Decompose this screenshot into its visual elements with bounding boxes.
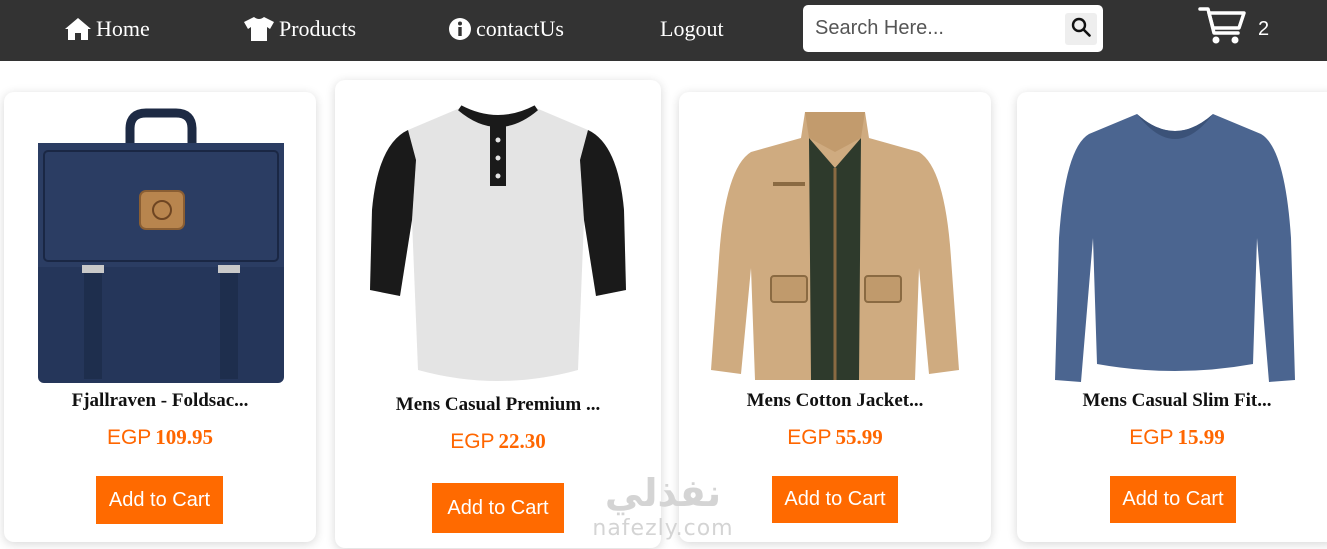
price-currency: EGP (787, 426, 832, 449)
product-card: Mens Cotton Jacket... EGP 55.99 Add to Ca… (679, 92, 991, 542)
product-card: Mens Casual Premium ... EGP 22.30 Add to … (335, 80, 661, 548)
search-icon (1071, 17, 1091, 42)
shirt-icon (243, 16, 275, 42)
product-title: Mens Casual Premium ... (395, 394, 601, 415)
nav-products-label: Products (279, 16, 356, 41)
nav-home-label: Home (96, 16, 150, 41)
product-title: Fjallraven - Foldsac... (71, 390, 249, 411)
search-box (803, 5, 1103, 52)
product-price: EGP 15.99 (1017, 425, 1327, 450)
nav-logout[interactable]: Logout (660, 0, 724, 58)
product-title: Mens Cotton Jacket... (746, 390, 924, 411)
cart-count: 2 (1258, 17, 1270, 40)
product-price: EGP 109.95 (4, 425, 316, 450)
nav-contact[interactable]: contactUs (448, 0, 564, 58)
price-amount: 15.99 (1177, 425, 1225, 449)
price-currency: EGP (450, 430, 495, 453)
search-button[interactable] (1065, 13, 1097, 45)
add-to-cart-button[interactable]: Add to Cart (96, 476, 223, 524)
product-price: EGP 55.99 (679, 425, 991, 450)
add-to-cart-button[interactable]: Add to Cart (772, 476, 898, 523)
cart-button[interactable]: 2 (1198, 6, 1270, 52)
navbar: Home Products contactUs Logout 2 (0, 0, 1327, 61)
price-amount: 55.99 (835, 425, 883, 449)
home-icon (64, 17, 92, 41)
product-card: Fjallraven - Foldsac... EGP 109.95 Add to… (4, 92, 316, 542)
search-input[interactable] (815, 13, 1055, 43)
nav-contact-label: contactUs (476, 16, 564, 41)
cart-icon (1198, 6, 1246, 52)
info-icon (448, 17, 472, 41)
product-card: Mens Casual Slim Fit... EGP 15.99 Add to … (1017, 92, 1327, 542)
product-image-cotton-jacket[interactable] (709, 108, 961, 382)
price-amount: 22.30 (498, 429, 546, 453)
nav-logout-label: Logout (660, 16, 724, 41)
nav-products[interactable]: Products (243, 0, 356, 58)
price-currency: EGP (1129, 426, 1174, 449)
add-to-cart-button[interactable]: Add to Cart (432, 483, 564, 533)
product-title: Mens Casual Slim Fit... (1082, 390, 1272, 411)
product-image-backpack[interactable] (34, 107, 288, 385)
product-image-slim-fit-tshirt[interactable] (1047, 108, 1303, 382)
nav-home[interactable]: Home (64, 0, 150, 58)
product-image-henley-shirt[interactable] (368, 100, 628, 390)
price-amount: 109.95 (155, 425, 214, 449)
price-currency: EGP (106, 426, 152, 449)
product-price: EGP 22.30 (335, 429, 661, 454)
add-to-cart-button[interactable]: Add to Cart (1110, 476, 1236, 523)
